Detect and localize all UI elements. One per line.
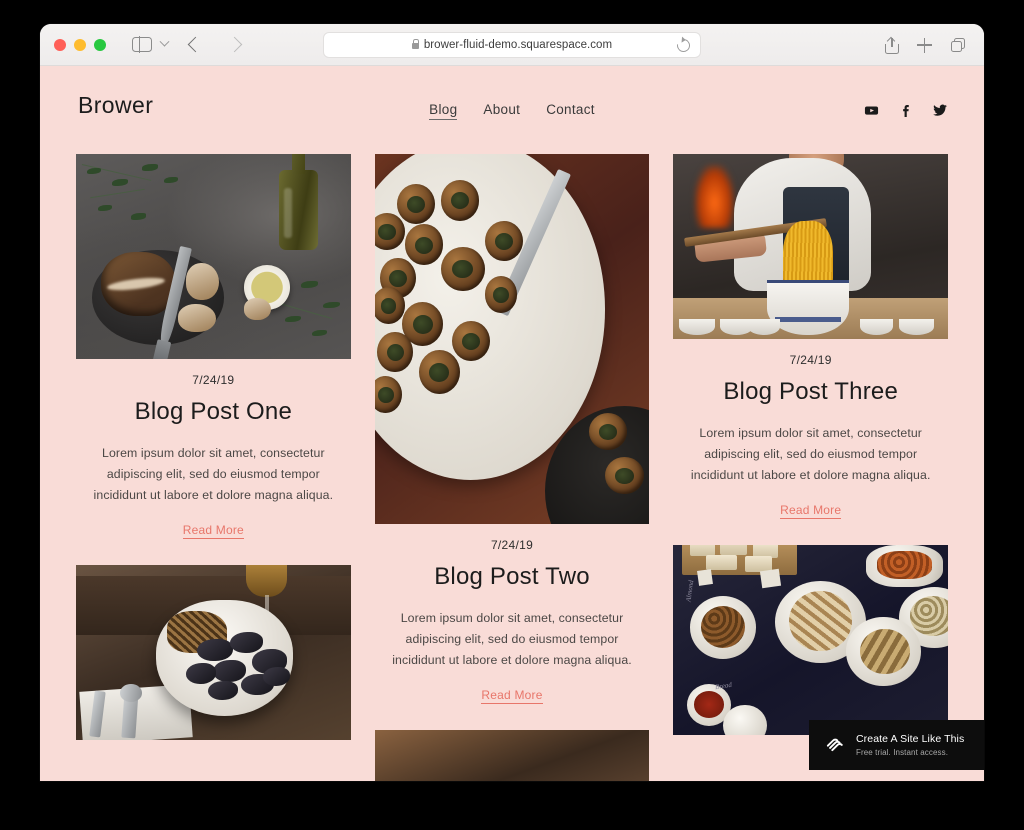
post-date: 7/24/19 [789,353,832,367]
back-arrow-icon[interactable] [187,36,204,53]
post-thumbnail-bread[interactable] [76,154,351,359]
post-title[interactable]: Blog Post Two [383,563,642,591]
squarespace-promo-banner[interactable]: Create A Site Like This Free trial. Inst… [809,720,984,770]
main-nav: Blog About Contact [40,102,984,120]
post-body: 7/24/19 Blog Post One Lorem ipsum dolor … [76,359,351,540]
social-links [864,103,948,118]
browser-toolbar: brower-fluid-demo.squarespace.com [40,24,984,66]
browser-window: brower-fluid-demo.squarespace.com Brower… [40,24,984,781]
blog-post-card[interactable]: 7/24/19 Blog Post Three Lorem ipsum dolo… [673,154,949,520]
post-body: 7/24/19 Blog Post Two Lorem ipsum dolor … [375,524,650,705]
minimize-window-button[interactable] [74,38,86,51]
sidebar-toggle-icon[interactable] [132,36,152,53]
window-controls [54,38,106,51]
reload-icon[interactable] [674,36,693,55]
grid-column-1: 7/24/19 Blog Post One Lorem ipsum dolor … [76,154,351,741]
post-thumbnail-chef[interactable] [673,154,949,339]
share-icon[interactable] [884,36,900,54]
read-more-link[interactable]: Read More [182,523,244,540]
promo-text-group: Create A Site Like This Free trial. Inst… [856,733,964,758]
post-thumbnail-escargot[interactable] [374,154,650,524]
grid-column-3: 7/24/19 Blog Post Three Lorem ipsum dolo… [673,154,949,736]
lock-icon [411,39,420,49]
read-more-link[interactable]: Read More [481,688,543,705]
forward-arrow-icon[interactable] [226,36,243,53]
page-viewport: Brower Blog About Contact 7/24/19 Blog P… [40,66,984,781]
promo-subtitle: Free trial. Instant access. [856,748,949,758]
nav-item-blog[interactable]: Blog [429,102,458,120]
blog-post-card[interactable]: Almond Bread [673,545,949,736]
post-date: 7/24/19 [192,373,235,387]
youtube-icon[interactable] [864,103,879,118]
post-title[interactable]: Blog Post Three [681,378,940,406]
tab-overview-icon[interactable] [950,37,966,54]
blog-post-card[interactable] [76,565,351,741]
grid-column-2: 7/24/19 Blog Post Two Lorem ipsum dolor … [374,154,650,781]
nav-item-about[interactable]: About [483,102,520,120]
close-window-button[interactable] [54,38,66,51]
blog-post-card[interactable]: 7/24/19 Blog Post One Lorem ipsum dolor … [76,154,351,540]
post-date: 7/24/19 [490,538,534,552]
toolbar-left-group [106,36,243,53]
post-title[interactable]: Blog Post One [84,398,343,426]
post-thumbnail-partial[interactable] [374,730,650,781]
post-body: 7/24/19 Blog Post Three Lorem ipsum dolo… [673,339,948,520]
post-thumbnail-spread[interactable]: Almond Bread [673,545,949,736]
read-more-link[interactable]: Read More [780,503,842,520]
plus-icon[interactable] [917,37,933,54]
blog-grid: 7/24/19 Blog Post One Lorem ipsum dolor … [40,154,984,781]
post-excerpt: Lorem ipsum dolor sit amet, consectetur … [93,445,334,502]
site-header: Brower Blog About Contact [40,66,984,154]
maximize-window-button[interactable] [94,38,106,51]
chevron-down-icon[interactable] [159,36,170,47]
post-excerpt: Lorem ipsum dolor sit amet, consectetur … [392,610,632,667]
url-text: brower-fluid-demo.squarespace.com [423,39,613,51]
promo-title: Create A Site Like This [856,732,965,745]
twitter-icon[interactable] [932,103,948,118]
squarespace-logo-icon [826,738,843,752]
blog-post-card[interactable] [374,730,650,781]
post-thumbnail-mussels[interactable] [76,565,351,741]
facebook-icon[interactable] [898,103,913,118]
post-excerpt: Lorem ipsum dolor sit amet, consectetur … [690,425,931,482]
toolbar-right-group [884,24,966,66]
blog-post-card[interactable]: 7/24/19 Blog Post Two Lorem ipsum dolor … [374,154,650,705]
address-bar[interactable]: brower-fluid-demo.squarespace.com [323,32,701,58]
nav-item-contact[interactable]: Contact [546,102,595,120]
